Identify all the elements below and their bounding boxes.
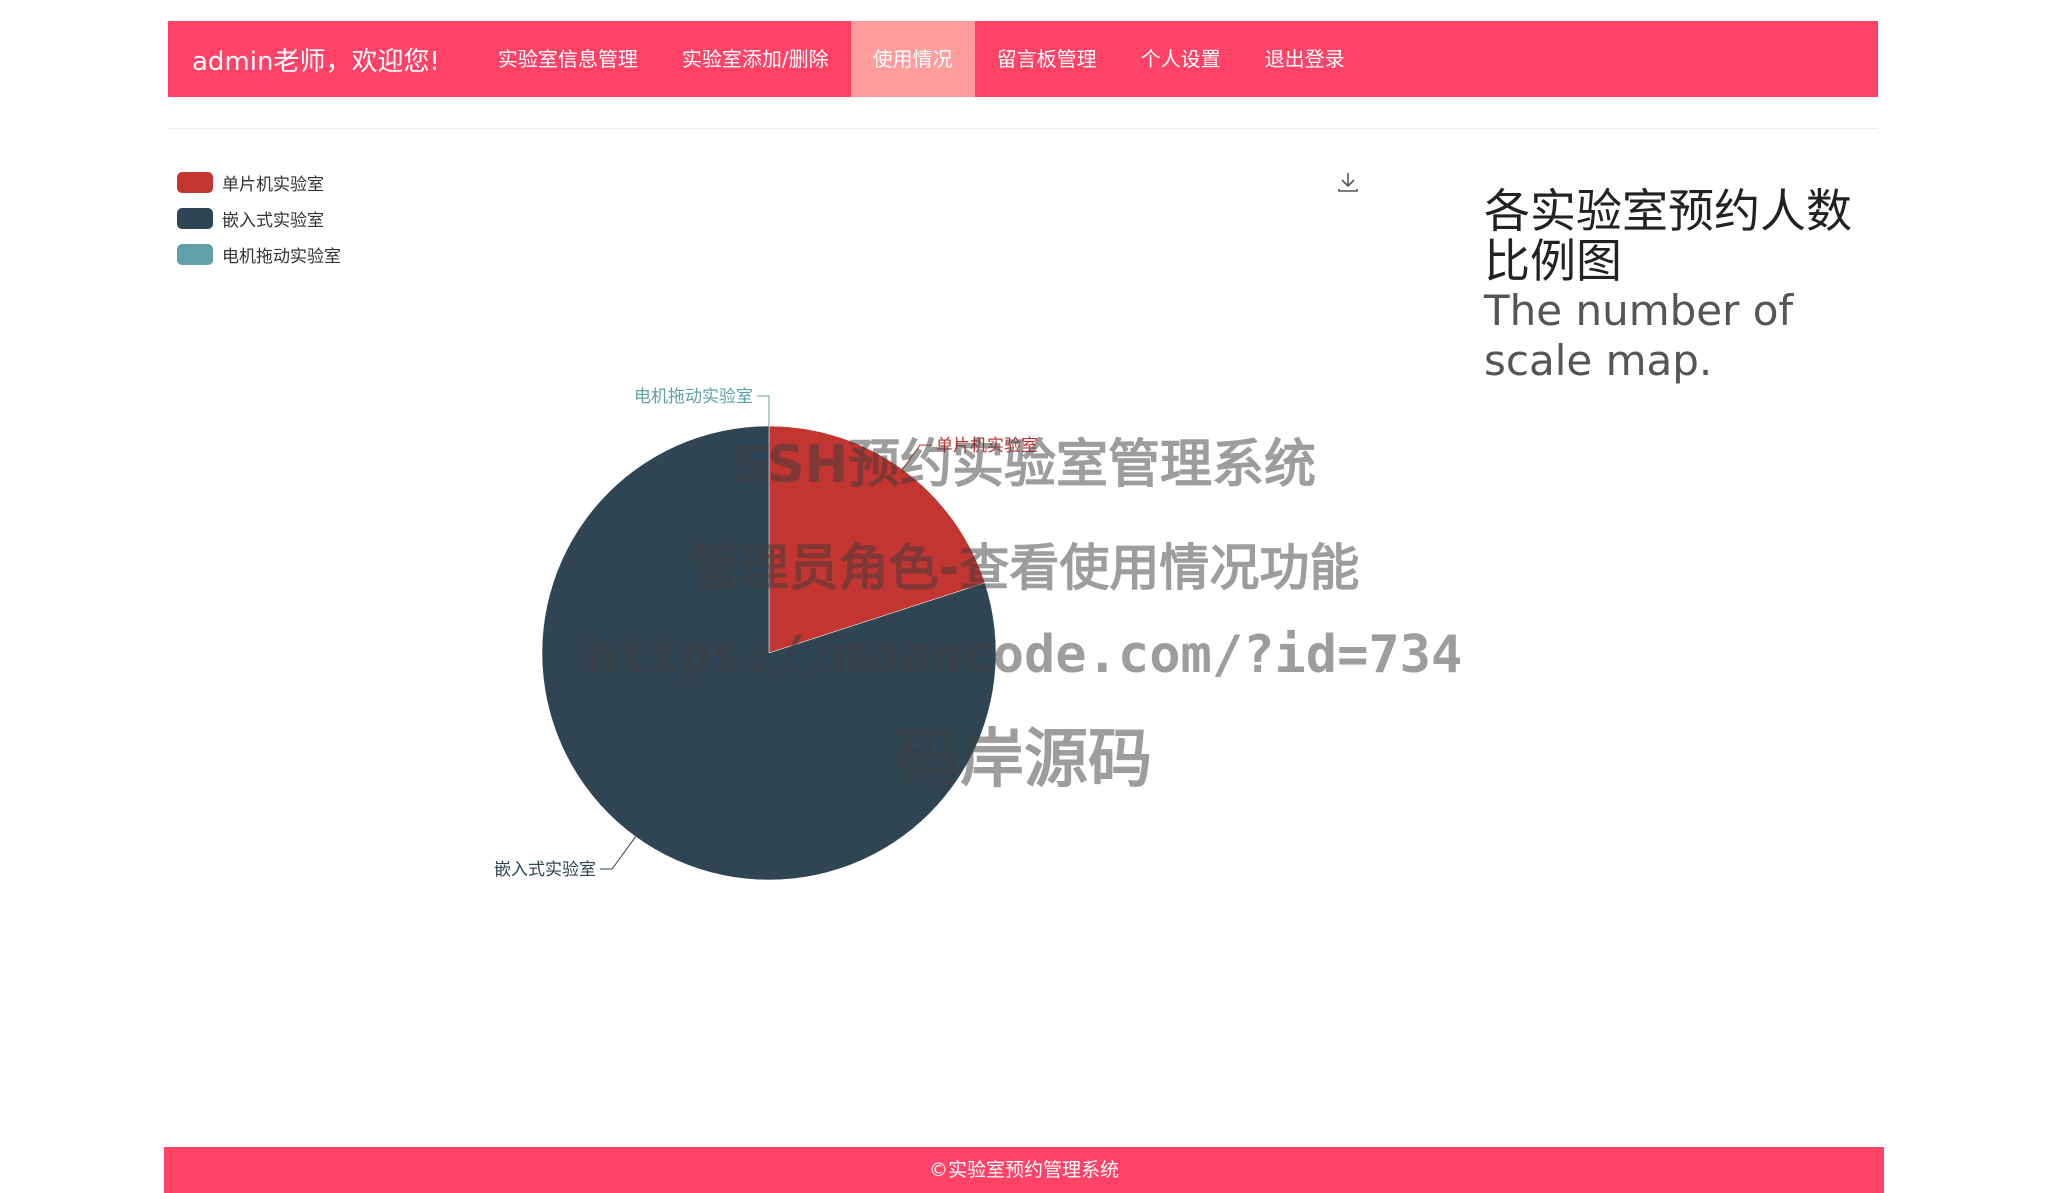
- footer: ©实验室预约管理系统: [164, 1147, 1884, 1193]
- pie-label-line-embedded: [600, 837, 636, 869]
- pie-chart: 单片机实验室嵌入式实验室 电机拖动实验室: [0, 0, 2048, 1193]
- pie-label-mcu: 单片机实验室: [936, 436, 1038, 456]
- pie-label-embedded: 嵌入式实验室: [494, 860, 596, 880]
- pie-label-motor: 电机拖动实验室: [634, 387, 753, 407]
- pie-label-line-mcu: [902, 445, 932, 469]
- pie-label-line-motor: [757, 396, 769, 426]
